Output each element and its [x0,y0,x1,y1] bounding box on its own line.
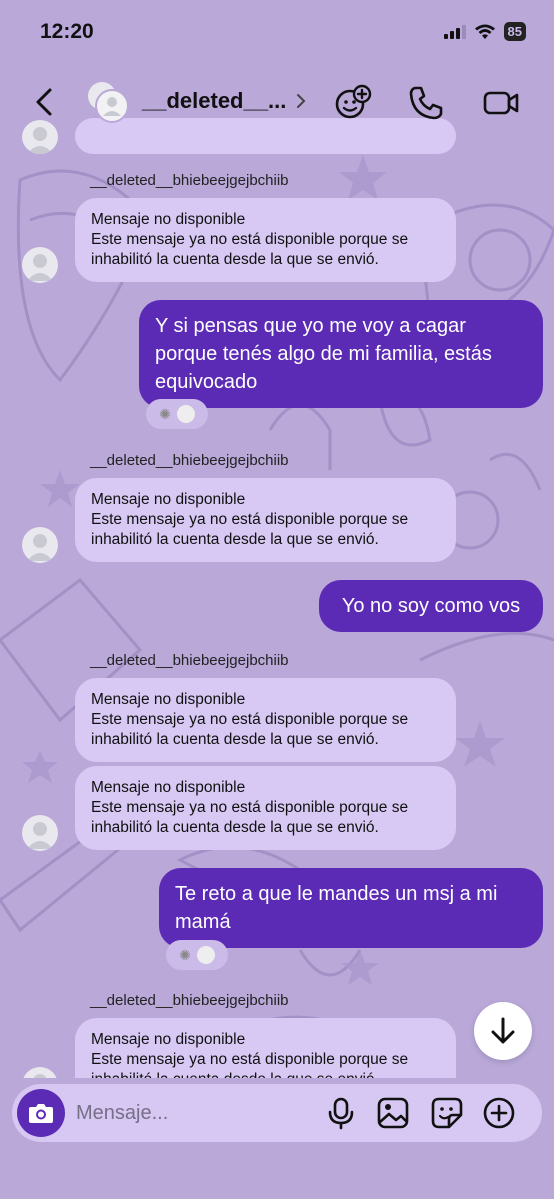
message-text: Este mensaje ya no está disponible porqu… [91,711,409,728]
spiderweb-icon: ✺ [179,946,191,963]
message-text: Te reto a que le mandes un msj a mi [175,883,498,905]
signal-icon [443,24,466,39]
add-people-icon[interactable] [334,84,372,122]
arrow-down-icon [491,1017,515,1044]
contact-avatar[interactable] [86,80,130,124]
camera-button[interactable] [17,1089,65,1137]
gallery-icon[interactable] [376,1096,410,1130]
message-text: mamá [175,911,231,933]
message-title: Mensaje no disponible [91,691,246,708]
message-text: inhabilitó la cuenta desde la que se env… [91,819,379,836]
sender-avatar[interactable] [22,815,58,851]
sent-message-bubble[interactable]: Te reto a que le mandes un msj a mi mamá [159,868,543,948]
camera-icon [29,1104,53,1123]
sender-avatar[interactable] [22,527,58,563]
back-icon[interactable] [30,86,60,118]
sender-name: __deleted__bhiebeejgejbchiib [90,452,289,469]
chevron-right-icon[interactable] [296,93,306,109]
sent-message-bubble[interactable]: Yo no soy como vos [319,580,543,632]
message-text: equivocado [155,371,258,393]
message-title: Mensaje no disponible [91,211,246,228]
message-text: porque tenés algo de mi familia, estás [155,343,492,365]
reader-avatar [196,946,215,964]
status-time: 12:20 [40,20,94,43]
message-composer [12,1084,542,1142]
sticker-icon[interactable] [430,1096,464,1130]
spiderweb-icon: ✺ [159,405,171,422]
battery-indicator: 85 [503,22,526,41]
reader-avatar [176,405,195,423]
video-call-icon[interactable] [482,84,520,122]
message-text: inhabilitó la cuenta desde la que se env… [91,531,379,548]
sender-name: __deleted__bhiebeejgejbchiib [90,652,289,669]
microphone-icon[interactable] [324,1096,358,1130]
message-text: inhabilitó la cuenta desde la que se env… [91,251,379,268]
message-text: Este mensaje ya no está disponible porqu… [91,511,409,528]
status-bar: 12:20 85 [0,0,554,66]
sender-avatar[interactable] [22,247,58,283]
message-text: Este mensaje ya no está disponible porqu… [91,231,409,248]
message-title: Mensaje no disponible [91,779,246,796]
chat-header: __deleted__... [0,66,554,138]
sender-name: __deleted__bhiebeejgejbchiib [90,992,289,1009]
seen-reaction[interactable]: ✺ [166,940,228,970]
message-title: Mensaje no disponible [91,1031,246,1048]
scroll-to-bottom-button[interactable] [474,1002,532,1060]
seen-reaction[interactable]: ✺ [146,399,208,429]
message-list[interactable]: __deleted__bhiebeejgejbchiib Mensaje no … [0,0,554,1199]
message-bubble[interactable]: Mensaje no disponible Este mensaje ya no… [75,766,456,850]
phone-icon[interactable] [407,84,445,122]
sender-name: __deleted__bhiebeejgejbchiib [90,172,289,189]
message-text: Este mensaje ya no está disponible porqu… [91,799,409,816]
status-icons: 85 [443,22,526,41]
wifi-icon [474,24,495,39]
message-bubble[interactable]: Mensaje no disponible Este mensaje ya no… [75,198,456,282]
add-icon[interactable] [482,1096,516,1130]
sent-message-bubble[interactable]: Y si pensas que yo me voy a cagar porque… [139,300,543,408]
message-input[interactable] [76,1098,316,1128]
message-bubble[interactable]: Mensaje no disponible Este mensaje ya no… [75,478,456,562]
message-text: Y si pensas que yo me voy a cagar [155,315,466,337]
message-text: Yo no soy como vos [341,595,521,617]
contact-name[interactable]: __deleted__... [142,88,286,114]
message-text: Este mensaje ya no está disponible porqu… [91,1051,409,1068]
message-title: Mensaje no disponible [91,491,246,508]
message-text: inhabilitó la cuenta desde la que se env… [91,731,379,748]
message-bubble[interactable]: Mensaje no disponible Este mensaje ya no… [75,678,456,762]
